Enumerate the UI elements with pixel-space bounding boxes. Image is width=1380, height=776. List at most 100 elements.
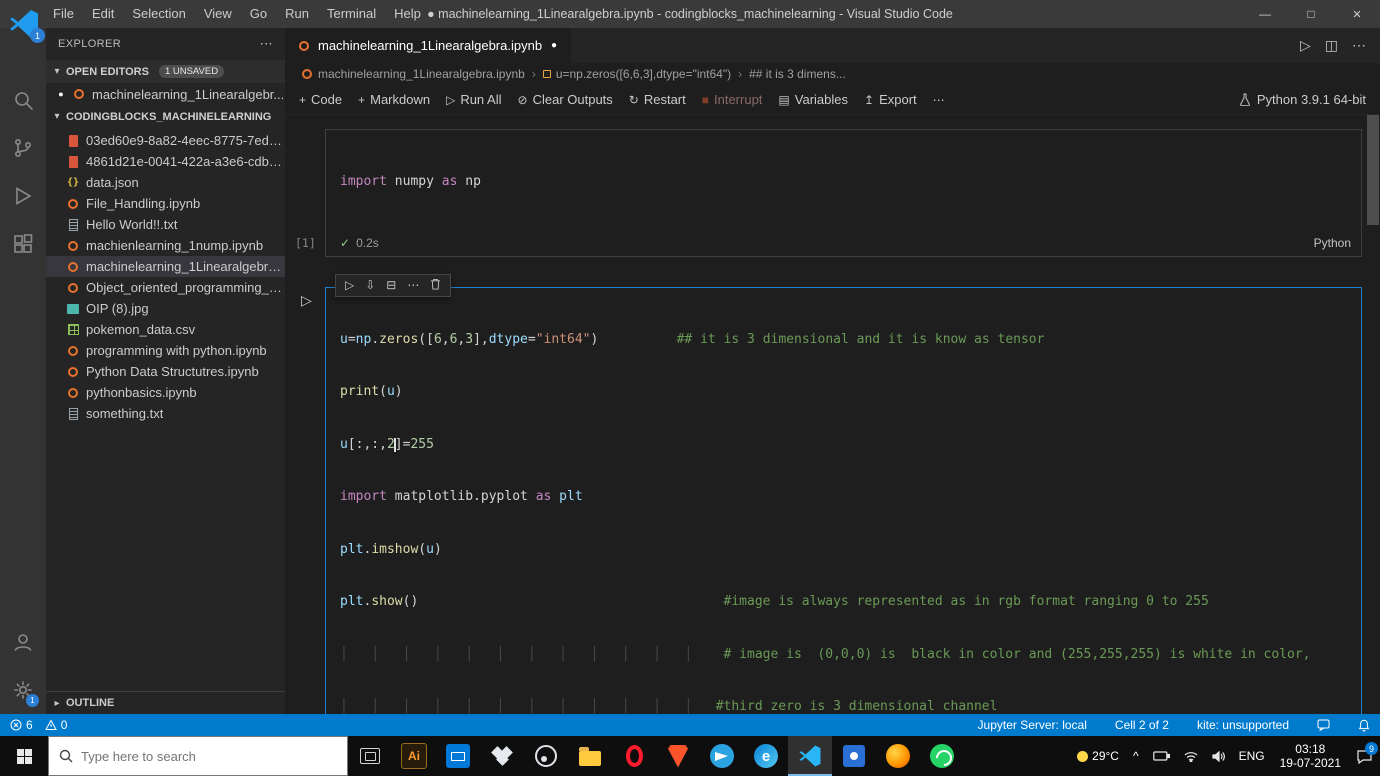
variables-button[interactable]: ▤ Variables: [778, 92, 848, 107]
interrupt-button[interactable]: ■ Interrupt: [702, 92, 763, 107]
source-control-activity-button[interactable]: [0, 124, 46, 172]
account-button[interactable]: [0, 618, 46, 666]
run-editor-icon[interactable]: ▷: [1300, 37, 1311, 54]
tab-notebook[interactable]: machinelearning_1Linearalgebra.ipynb ●: [285, 28, 572, 63]
cell-language[interactable]: Python: [1314, 236, 1351, 250]
app-edge[interactable]: e: [744, 736, 788, 776]
file-item[interactable]: pythonbasics.ipynb: [46, 382, 285, 403]
menu-terminal[interactable]: Terminal: [318, 0, 385, 28]
kite-status[interactable]: kite: unsupported: [1197, 718, 1289, 732]
delete-cell-icon[interactable]: [426, 277, 445, 294]
file-item[interactable]: OIP (8).jpg: [46, 298, 285, 319]
app-illustrator[interactable]: Ai: [392, 736, 436, 776]
cell-indicator[interactable]: Cell 2 of 2: [1115, 718, 1169, 732]
run-all-button[interactable]: ▷ Run All: [446, 92, 501, 107]
file-item[interactable]: Python Data Structutres.ipynb: [46, 361, 285, 382]
add-markdown-cell-button[interactable]: + Markdown: [358, 92, 430, 107]
run-cell-button[interactable]: ▷: [301, 292, 312, 309]
menu-view[interactable]: View: [195, 0, 241, 28]
problems-warnings[interactable]: 0: [44, 718, 67, 732]
tray-expand-button[interactable]: ^: [1126, 736, 1146, 776]
battery-icon[interactable]: [1146, 736, 1177, 776]
maximize-button[interactable]: □: [1288, 0, 1334, 28]
gear-badge: 1: [26, 694, 39, 707]
file-item[interactable]: 4861d21e-0041-422a-a3e6-cdb522a...: [46, 151, 285, 172]
app-opera[interactable]: [612, 736, 656, 776]
app-dropbox[interactable]: [480, 736, 524, 776]
volume-icon[interactable]: [1205, 736, 1232, 776]
open-editors-section[interactable]: ▾ OPEN EDITORS 1 UNSAVED: [46, 60, 285, 83]
app-telegram[interactable]: [700, 736, 744, 776]
scrollbar-thumb[interactable]: [1367, 115, 1379, 225]
app-firefox[interactable]: [876, 736, 920, 776]
breadcrumb-symbol[interactable]: u=np.zeros([6,6,3],dtype="int64"): [542, 67, 731, 81]
cell-code-editor[interactable]: import numpy as np: [326, 130, 1361, 230]
app-whatsapp[interactable]: [920, 736, 964, 776]
editor-more-icon[interactable]: ⋯: [1352, 37, 1366, 54]
app-steam[interactable]: [524, 736, 568, 776]
breadcrumb-comment[interactable]: ## it is 3 dimens...: [749, 67, 846, 81]
search-input[interactable]: [81, 748, 311, 764]
add-code-cell-button[interactable]: + Code: [299, 92, 342, 107]
vscode-logo[interactable]: 1: [8, 8, 45, 43]
file-item[interactable]: File_Handling.ipynb: [46, 193, 285, 214]
minimize-button[interactable]: —: [1242, 0, 1288, 28]
app-mail[interactable]: [436, 736, 480, 776]
explorer-more-icon[interactable]: ⋯: [260, 36, 273, 52]
menu-edit[interactable]: Edit: [83, 0, 123, 28]
file-item[interactable]: programming with python.ipynb: [46, 340, 285, 361]
split-cell-icon[interactable]: ⊟: [382, 277, 400, 293]
cell-code-editor[interactable]: u=np.zeros([6,6,3],dtype="int64") ## it …: [326, 288, 1361, 715]
file-item[interactable]: 03ed60e9-8a82-4eec-8775-7ede7efb...: [46, 130, 285, 151]
toolbar-more-button[interactable]: ⋯: [933, 93, 945, 107]
start-button[interactable]: [0, 736, 48, 776]
app-file-explorer[interactable]: [568, 736, 612, 776]
action-center-button[interactable]: 9: [1349, 736, 1380, 776]
jupyter-server-status[interactable]: Jupyter Server: local: [978, 718, 1087, 732]
tab-modified-dot-icon[interactable]: ●: [549, 40, 559, 51]
taskbar-search[interactable]: [48, 736, 348, 776]
app-photos[interactable]: [832, 736, 876, 776]
breadcrumb-file[interactable]: machinelearning_1Linearalgebra.ipynb: [301, 67, 525, 82]
outline-section[interactable]: ▸ OUTLINE: [46, 691, 285, 714]
settings-gear-button[interactable]: 1: [0, 666, 46, 714]
network-wifi-icon[interactable]: [1177, 736, 1205, 776]
weather-widget[interactable]: 29°C: [1070, 736, 1126, 776]
menu-file[interactable]: File: [44, 0, 83, 28]
cell-more-icon[interactable]: ⋯: [403, 277, 423, 293]
clear-outputs-button[interactable]: ⊘ Clear Outputs: [518, 92, 613, 107]
app-brave[interactable]: [656, 736, 700, 776]
split-editor-icon[interactable]: ◫: [1325, 37, 1338, 54]
app-vscode-active[interactable]: [788, 736, 832, 776]
run-below-icon[interactable]: ⇩: [361, 277, 379, 293]
problems-errors[interactable]: 6: [10, 718, 33, 732]
run-cell-icon[interactable]: ▷: [341, 277, 358, 293]
menu-go[interactable]: Go: [241, 0, 276, 28]
search-activity-button[interactable]: [0, 76, 46, 124]
file-item[interactable]: Object_oriented_programming_pyth...: [46, 277, 285, 298]
run-debug-activity-button[interactable]: [0, 172, 46, 220]
file-item[interactable]: something.txt: [46, 403, 285, 424]
file-item[interactable]: Hello World!!.txt: [46, 214, 285, 235]
file-item[interactable]: pokemon_data.csv: [46, 319, 285, 340]
file-item[interactable]: {} data.json: [46, 172, 285, 193]
file-item-selected[interactable]: machinelearning_1Linearalgebra.ipynb: [46, 256, 285, 277]
clock[interactable]: 03:18 19-07-2021: [1272, 742, 1349, 770]
workspace-section[interactable]: ▾ CODINGBLOCKS_MACHINELEARNING: [46, 105, 285, 128]
file-item[interactable]: machienlearning_1nump.ipynb: [46, 235, 285, 256]
feedback-icon[interactable]: [1317, 719, 1330, 731]
task-view-button[interactable]: [348, 736, 392, 776]
menu-help[interactable]: Help: [385, 0, 430, 28]
source-control-icon: [15, 138, 32, 158]
workspace-name: CODINGBLOCKS_MACHINELEARNING: [66, 110, 272, 123]
extensions-activity-button[interactable]: [0, 220, 46, 268]
export-button[interactable]: ↥ Export: [864, 92, 917, 107]
kernel-picker[interactable]: Python 3.9.1 64-bit: [1239, 92, 1366, 107]
input-language[interactable]: ENG: [1232, 736, 1272, 776]
open-editor-item[interactable]: ● machinelearning_1Linearalgebr...: [46, 83, 285, 105]
menu-selection[interactable]: Selection: [123, 0, 194, 28]
menu-run[interactable]: Run: [276, 0, 318, 28]
close-button[interactable]: ×: [1334, 0, 1380, 28]
restart-button[interactable]: ↻ Restart: [629, 92, 686, 107]
notifications-bell-icon[interactable]: [1358, 719, 1370, 732]
